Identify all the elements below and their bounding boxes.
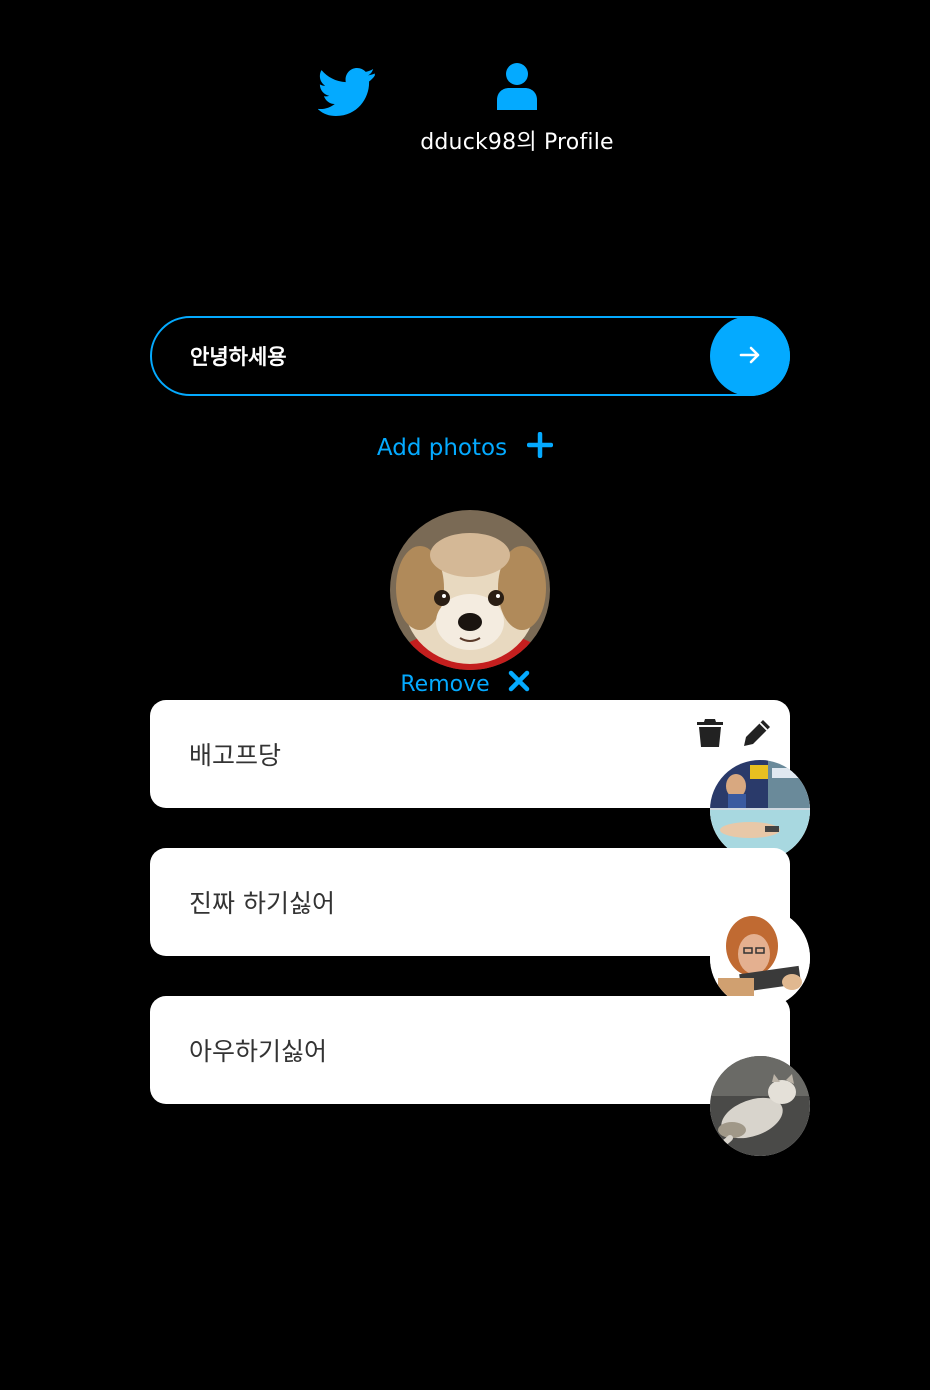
tweet-card: 진짜 하기싫어 (150, 848, 810, 1008)
tweet-attachment-thumbnail (710, 1056, 810, 1156)
profile-label: dduck98의 Profile (420, 130, 614, 155)
user-icon (410, 62, 624, 110)
tweet-actions (696, 718, 772, 752)
arrow-right-icon (738, 343, 762, 370)
tweet-text: 아우하기싫어 (189, 1037, 328, 1066)
tweet-text: 배고프당 (189, 741, 282, 770)
tweet-compose-form (150, 316, 790, 396)
add-photos-button[interactable]: Add photos (0, 431, 930, 464)
tweet-text: 진짜 하기싫어 (189, 889, 335, 918)
remove-attachment-button[interactable]: Remove (0, 670, 930, 698)
tweet-attachment-thumbnail (710, 908, 810, 1008)
attachment-preview (390, 510, 550, 670)
tweet-input[interactable] (150, 316, 790, 396)
twitter-bird-icon (317, 68, 376, 120)
tweet-card: 배고프당 (150, 700, 810, 860)
trash-icon[interactable] (696, 718, 724, 752)
dog-photo (390, 510, 550, 670)
remove-label: Remove (400, 671, 490, 697)
close-icon (508, 670, 530, 698)
tweet-attachment-thumbnail (710, 760, 810, 860)
plus-icon (526, 431, 554, 464)
home-link[interactable] (317, 68, 378, 120)
profile-link[interactable]: dduck98의 Profile (410, 62, 624, 156)
tweet-card: 아우하기싫어 (150, 996, 810, 1156)
add-photos-label: Add photos (376, 435, 508, 461)
woman-keyboard-photo (710, 908, 810, 1008)
navigation-bar: dduck98의 Profile (0, 60, 930, 170)
meme-photo (710, 760, 810, 860)
edit-pencil-icon[interactable] (742, 718, 772, 752)
cat-photo (710, 1056, 810, 1156)
submit-button[interactable] (710, 316, 790, 396)
